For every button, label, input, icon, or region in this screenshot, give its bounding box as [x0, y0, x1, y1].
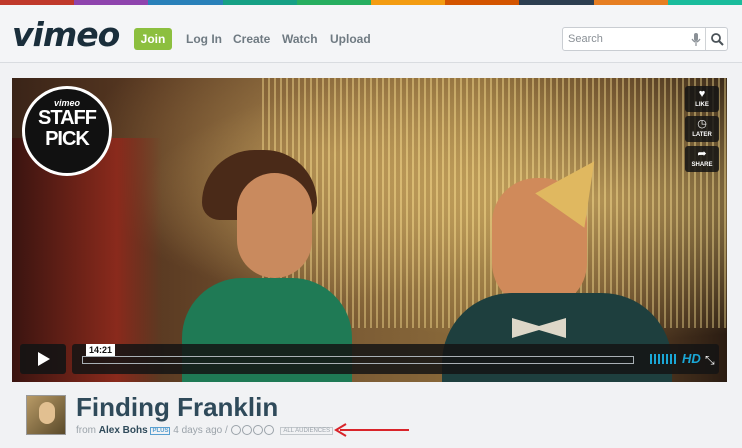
video-byline: from Alex Bohs PLUS 4 days ago / ALL AUD… [76, 425, 334, 436]
cc-nd-icon[interactable] [263, 425, 274, 435]
upload-age: 4 days ago [173, 425, 223, 436]
audience-rating[interactable]: ALL AUDIENCES [280, 427, 334, 435]
plus-badge[interactable]: PLUS [150, 427, 171, 435]
nav-watch[interactable]: Watch [282, 32, 318, 46]
avatar-face [39, 402, 55, 424]
progress-track[interactable]: 14:21 [82, 344, 634, 364]
cc-by-icon[interactable] [230, 425, 241, 435]
play-icon [38, 352, 50, 366]
clock-icon: ◷ [697, 118, 707, 130]
like-label: LIKE [695, 102, 709, 108]
timecode: 14:21 [86, 344, 116, 356]
control-bar: 14:21 HD ⤡ [72, 344, 719, 374]
cc-nc-icon[interactable] [241, 425, 252, 435]
author-avatar[interactable] [26, 395, 66, 435]
nav-upload[interactable]: Upload [330, 32, 371, 46]
search-box [562, 27, 728, 51]
search-input[interactable] [568, 31, 686, 47]
later-label: LATER [692, 132, 712, 138]
staff-pick-badge[interactable]: vimeo STAFF PICK [22, 86, 112, 176]
search-button[interactable] [705, 28, 727, 50]
nav-login[interactable]: Log In [186, 32, 222, 46]
share-label: SHARE [691, 162, 713, 168]
like-button[interactable]: ♥ LIKE [685, 86, 719, 112]
video-frame-figure [237, 173, 312, 278]
byline-prefix: from [76, 425, 96, 436]
staff-pick-line1: STAFF [38, 107, 97, 129]
video-player[interactable]: vimeo STAFF PICK ♥ LIKE ◷ LATER ➦ SHARE … [12, 78, 727, 382]
video-frame-tinsel [262, 78, 727, 328]
player-controls: 14:21 HD ⤡ [20, 344, 719, 374]
search-icon [711, 33, 724, 46]
cc-sa-icon[interactable] [252, 425, 263, 435]
hd-toggle[interactable]: HD [682, 351, 701, 366]
byline-separator: / [224, 425, 228, 436]
heart-icon: ♥ [698, 88, 706, 100]
fullscreen-icon[interactable]: ⤡ [705, 353, 715, 368]
watch-later-button[interactable]: ◷ LATER [685, 116, 719, 142]
nav-create[interactable]: Create [233, 32, 270, 46]
video-title: Finding Franklin [76, 392, 279, 422]
volume-icon[interactable] [650, 354, 676, 364]
site-header: vimeo Join Log In Create Watch Upload [0, 5, 742, 63]
vimeo-logo[interactable]: vimeo [12, 17, 120, 53]
microphone-icon[interactable] [689, 32, 703, 47]
staff-pick-line2: PICK [45, 128, 90, 150]
staff-pick-brand: vimeo [53, 98, 80, 108]
play-button[interactable] [20, 344, 66, 374]
share-button[interactable]: ➦ SHARE [685, 146, 719, 172]
author-link[interactable]: Alex Bohs [99, 425, 148, 436]
share-icon: ➦ [697, 148, 707, 160]
join-button[interactable]: Join [134, 28, 172, 50]
annotation-arrow [334, 423, 409, 437]
